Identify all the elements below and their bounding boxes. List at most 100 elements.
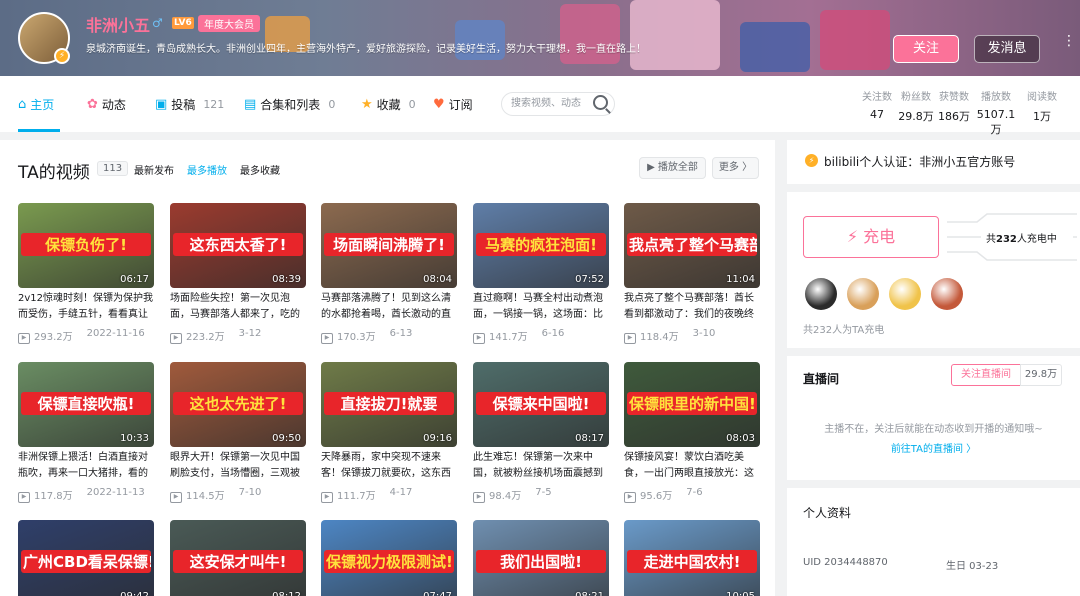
video-card[interactable]: 我们出国啦! 08:21 [473, 520, 609, 596]
video-icon: ▣ [155, 97, 168, 112]
charger-avatar[interactable] [805, 278, 837, 310]
video-thumbnail[interactable]: 走进中国农村! 10:05 [624, 520, 760, 596]
video-thumbnail[interactable]: 我点亮了整个马赛部落! 11:04 [624, 203, 760, 288]
thumbnail-caption: 场面瞬间沸腾了! [324, 233, 454, 256]
video-meta: 141.7万 6-16 [473, 328, 609, 344]
verified-badge-icon: ⚡ [54, 48, 70, 64]
thumbnail-caption: 广州CBD看呆保镖! [21, 550, 151, 573]
tab-home[interactable]: ⌂ 主页 [18, 96, 54, 113]
video-thumbnail[interactable]: 直接拔刀!就要 09:16 [321, 362, 457, 447]
video-card[interactable]: 保镖来中国啦! 08:17 此生难忘！保镖第一次来中国，就被粉丝接机场面震撼到 98.… [473, 362, 609, 503]
video-title[interactable]: 眼界大开！保镖第一次见中国刷脸支付，当场懵圈，三观被 [170, 450, 306, 482]
message-button[interactable]: 发消息 [974, 35, 1040, 63]
tab-activity[interactable]: ✿ 动态 [87, 96, 126, 113]
video-meta: 293.2万 2022-11-16 [18, 328, 154, 344]
stat-0[interactable]: 关注数 47 [858, 88, 896, 121]
search-input[interactable]: 搜索视频、动态 [501, 92, 615, 116]
video-duration: 09:50 [272, 433, 301, 444]
home-icon: ⌂ [18, 97, 27, 112]
play-count: 111.7万 [321, 487, 376, 503]
video-meta: 111.7万 4-17 [321, 487, 457, 503]
stat-label: 阅读数 [1027, 92, 1057, 103]
video-date: 7-5 [535, 487, 552, 498]
video-thumbnail[interactable]: 这东西太香了! 08:39 [170, 203, 306, 288]
video-title[interactable]: 非洲保镖上猥活！白酒直接对瓶吹，再来一口大猪排，看的 [18, 450, 154, 482]
video-title[interactable]: 保镖接风宴！蒙饮白酒吃美食，一出门两眼直接放光：这 [624, 450, 760, 482]
sort-option[interactable]: 最多收藏 [240, 162, 280, 177]
play-all-button[interactable]: ▶ 播放全部 [639, 157, 706, 179]
user-avatar[interactable]: ⚡ [18, 12, 70, 64]
video-card[interactable]: 直接拔刀!就要 09:16 天降暴雨，家中突现不速来客！保镖拔刀就要砍，这东西 111… [321, 362, 457, 503]
more-options-icon[interactable]: ⋮ [1062, 34, 1076, 48]
video-thumbnail[interactable]: 马赛的疯狂泡面! 07:52 [473, 203, 609, 288]
video-thumbnail[interactable]: 场面瞬间沸腾了! 08:04 [321, 203, 457, 288]
video-title[interactable]: 我点亮了整个马赛部落！酋长看到都激动了：我们的夜晚终 [624, 291, 760, 323]
video-title[interactable]: 直过瘾啊！马赛全村出动煮泡面，一锅接一锅，这场面：比 [473, 291, 609, 323]
certification-card: ⚡ bilibili个人认证：非洲小五官方账号 [787, 140, 1080, 184]
stat-1[interactable]: 粉丝数 29.8万 [897, 88, 935, 124]
heart-icon: ♥ [433, 97, 445, 112]
video-thumbnail[interactable]: 保镖视力极限测试! 07:47 [321, 520, 457, 596]
video-title[interactable]: 场面险些失控！第一次见泡面，马赛部落人都来了，吃的 [170, 291, 306, 323]
search-icon[interactable] [593, 95, 608, 110]
video-card[interactable]: 场面瞬间沸腾了! 08:04 马赛部落沸腾了！见到这么清的水都抢着喝，酋长激动的直 1… [321, 203, 457, 344]
user-birthday: 生日 03-23 [946, 561, 999, 572]
tab-label: 订阅 [448, 98, 473, 112]
tab-heart[interactable]: ♥ 订阅 [433, 96, 473, 113]
video-duration: 09:42 [120, 591, 149, 596]
active-tab-indicator [18, 129, 60, 132]
tab-label: 收藏 [376, 98, 401, 112]
video-title[interactable]: 此生难忘！保镖第一次来中国，就被粉丝接机场面震撼到 [473, 450, 609, 482]
video-date: 6-16 [541, 328, 565, 339]
follow-live-button[interactable]: 关注直播间 [951, 364, 1021, 386]
charger-avatar[interactable] [847, 278, 879, 310]
more-videos-button[interactable]: 更多 〉 [712, 157, 759, 179]
follow-button[interactable]: 关注 [893, 35, 959, 63]
banner-decoration [630, 0, 720, 70]
video-thumbnail[interactable]: 广州CBD看呆保镖! 09:42 [18, 520, 154, 596]
play-count: 223.2万 [170, 328, 225, 344]
stat-4[interactable]: 阅读数 1万 [1023, 88, 1061, 124]
live-room-link[interactable]: 前往TA的直播间 〉 [787, 440, 1080, 455]
video-thumbnail[interactable]: 保镖负伤了! 06:17 [18, 203, 154, 288]
video-title[interactable]: 马赛部落沸腾了！见到这么清的水都抢着喝，酋长激动的直 [321, 291, 457, 323]
video-thumbnail[interactable]: 保镖眼里的新中国! 08:03 [624, 362, 760, 447]
video-card[interactable]: 保镖眼里的新中国! 08:03 保镖接风宴！蒙饮白酒吃美食，一出门两眼直接放光：这 9… [624, 362, 760, 503]
video-thumbnail[interactable]: 保镖直接吹瓶! 10:33 [18, 362, 154, 447]
tab-label: 投稿 [171, 98, 196, 112]
video-thumbnail[interactable]: 这安保才叫牛! 08:12 [170, 520, 306, 596]
charger-avatar[interactable] [889, 278, 921, 310]
video-card[interactable]: 走进中国农村! 10:05 [624, 520, 760, 596]
video-card[interactable]: 广州CBD看呆保镖! 09:42 [18, 520, 154, 596]
charger-avatar[interactable] [931, 278, 963, 310]
video-title[interactable]: 2v12惊魂时刻！保镖为保护我而受伤，手缝五针，看看真让 [18, 291, 154, 323]
video-card[interactable]: 保镖视力极限测试! 07:47 [321, 520, 457, 596]
video-thumbnail[interactable]: 这也太先进了! 09:50 [170, 362, 306, 447]
tab-star[interactable]: ★ 收藏 0 [361, 96, 416, 113]
thumbnail-caption: 保镖眼里的新中国! [627, 392, 757, 415]
tab-video[interactable]: ▣ 投稿 121 [155, 96, 224, 113]
video-card[interactable]: 保镖负伤了! 06:17 2v12惊魂时刻！保镖为保护我而受伤，手缝五针，看看真让 2… [18, 203, 154, 344]
certification-text: bilibili个人认证：非洲小五官方账号 [824, 155, 1016, 169]
video-card[interactable]: 我点亮了整个马赛部落! 11:04 我点亮了整个马赛部落！酋长看到都激动了：我们的夜… [624, 203, 760, 344]
video-card[interactable]: 马赛的疯狂泡面! 07:52 直过瘾啊！马赛全村出动煮泡面，一锅接一锅，这场面：比 1… [473, 203, 609, 344]
stat-2[interactable]: 获赞数 186万 [935, 88, 973, 124]
video-date: 3-12 [238, 328, 262, 339]
video-card[interactable]: 保镖直接吹瓶! 10:33 非洲保镖上猥活！白酒直接对瓶吹，再来一口大猪排，看的 11… [18, 362, 154, 503]
video-card[interactable]: 这东西太香了! 08:39 场面险些失控！第一次见泡面，马赛部落人都来了，吃的 223… [170, 203, 306, 344]
video-card[interactable]: 这也太先进了! 09:50 眼界大开！保镖第一次见中国刷脸支付，当场懵圈，三观被 11… [170, 362, 306, 503]
level-badge: LV6 [172, 17, 194, 29]
charge-button[interactable]: ⚡ 充电 [803, 216, 939, 258]
collection-icon: ▤ [244, 97, 257, 112]
video-title[interactable]: 天降暴雨，家中突现不速来客！保镖拔刀就要砍，这东西 [321, 450, 457, 482]
play-count: 95.6万 [624, 487, 672, 503]
sort-option[interactable]: 最新发布 [134, 162, 174, 177]
video-thumbnail[interactable]: 我们出国啦! 08:21 [473, 520, 609, 596]
sort-option[interactable]: 最多播放 [187, 162, 227, 177]
stat-3[interactable]: 播放数 5107.1万 [972, 88, 1020, 137]
video-thumbnail[interactable]: 保镖来中国啦! 08:17 [473, 362, 609, 447]
video-duration: 08:39 [272, 274, 301, 285]
tab-collection[interactable]: ▤ 合集和列表 0 [244, 96, 335, 113]
video-card[interactable]: 这安保才叫牛! 08:12 [170, 520, 306, 596]
vip-badge[interactable]: 年度大会员 [198, 15, 260, 32]
